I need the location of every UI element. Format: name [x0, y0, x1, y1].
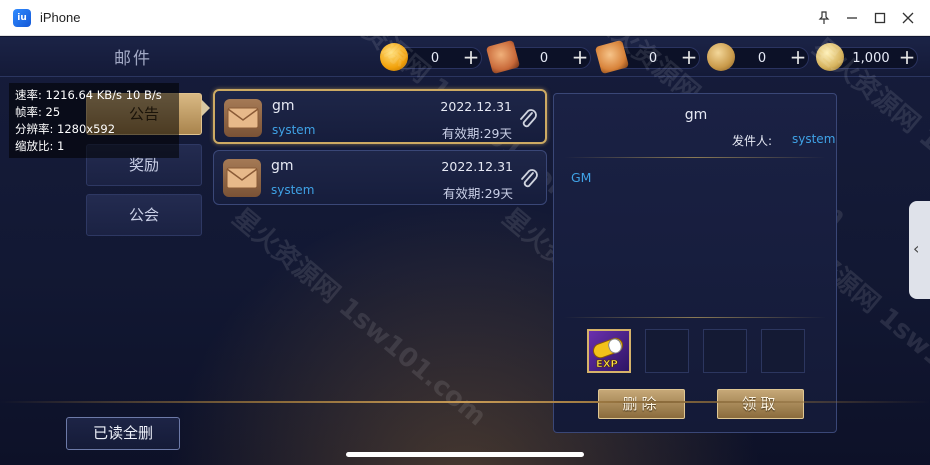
attachment-slot-empty	[645, 329, 689, 373]
screen-title: 邮件	[114, 49, 152, 69]
watermark: 星火资源网 1sw101.com	[226, 202, 492, 433]
mail-expiry: 有效期:29天	[441, 126, 512, 141]
currency-scroll: 0 +	[485, 39, 597, 75]
add-scroll-button[interactable]: +	[569, 46, 591, 68]
mail-sender: gm	[272, 98, 295, 114]
exp-potion-icon: EXP	[592, 337, 624, 370]
mail-date: 2022.12.31	[441, 159, 513, 174]
divider	[564, 317, 826, 318]
stat-rate: 速率: 1216.64 KB/s 10 B/s	[15, 88, 162, 102]
mail-body: GM	[571, 170, 592, 185]
window-titlebar: iu iPhone	[0, 0, 930, 36]
window-title: iPhone	[40, 10, 81, 25]
sender-label: 发件人:	[732, 134, 773, 148]
mail-detail-panel: gm 发件人: system GM EXP 删除 领取	[553, 93, 837, 433]
add-gold-button[interactable]: +	[460, 46, 482, 68]
ticket-icon	[594, 39, 630, 75]
currency-ticket: 0 +	[594, 39, 706, 75]
add-ingot-button[interactable]: +	[896, 46, 918, 68]
side-drawer-handle[interactable]: ‹	[909, 201, 930, 299]
currency-amount: 0	[648, 51, 658, 66]
app-icon: iu	[13, 8, 31, 27]
gold-coin-icon	[380, 43, 408, 71]
scroll-icon	[485, 39, 521, 75]
minimize-icon[interactable]	[840, 6, 864, 30]
attachment-slot-empty	[703, 329, 747, 373]
bronze-coin-icon	[707, 43, 735, 71]
maximize-icon[interactable]	[868, 6, 892, 30]
mail-sender: gm	[271, 158, 294, 174]
gold-ingot-coin-icon	[816, 43, 844, 71]
debug-stats-overlay: 速率: 1216.64 KB/s 10 B/s 帧率: 25 分辨率: 1280…	[9, 83, 179, 158]
envelope-icon	[224, 99, 262, 137]
attachment-slot-exp[interactable]: EXP	[587, 329, 631, 373]
attachment-slot-empty	[761, 329, 805, 373]
mail-list-item[interactable]: gm system 2022.12.31 有效期:29天	[213, 150, 547, 205]
mail-detail-title: gm	[684, 107, 708, 123]
claim-button[interactable]: 领取	[717, 389, 804, 419]
pin-icon[interactable]	[812, 6, 836, 30]
chevron-left-icon: ‹	[913, 239, 920, 258]
stat-scale: 缩放比: 1	[15, 139, 65, 153]
currency-amount: 0	[430, 51, 440, 66]
stat-fps: 帧率: 25	[15, 105, 61, 119]
game-viewport: 邮件 0 + 0 + 0 + 0 + 1,000 + 星火资源网 1sw101.…	[0, 0, 930, 465]
read-all-delete-button[interactable]: 已读全删	[66, 417, 180, 450]
active-tab-arrow-icon	[202, 100, 210, 116]
window-controls	[812, 0, 920, 36]
delete-button[interactable]: 删除	[598, 389, 685, 419]
svg-text:EXP: EXP	[596, 359, 618, 370]
currency-amount: 1,000	[852, 51, 890, 66]
envelope-icon	[223, 159, 261, 197]
attachment-icon	[521, 169, 538, 188]
mail-expiry: 有效期:29天	[442, 186, 513, 201]
tab-guild[interactable]: 公会	[86, 194, 202, 236]
home-indicator[interactable]	[346, 452, 584, 457]
stat-resolution: 分辨率: 1280x592	[15, 122, 116, 136]
attachment-icon	[520, 109, 537, 128]
mail-date: 2022.12.31	[440, 99, 512, 114]
game-topbar: 邮件 0 + 0 + 0 + 0 + 1,000 +	[0, 37, 930, 77]
currency-gold: 0 +	[380, 43, 488, 71]
currency-bronze: 0 +	[707, 43, 815, 71]
divider	[564, 157, 826, 158]
currency-amount: 0	[539, 51, 549, 66]
sender-value: system	[792, 132, 836, 146]
currency-amount: 0	[757, 51, 767, 66]
bottom-divider	[0, 401, 930, 403]
mail-list-item[interactable]: gm system 2022.12.31 有效期:29天	[213, 89, 547, 144]
add-bronze-button[interactable]: +	[787, 46, 809, 68]
add-ticket-button[interactable]: +	[678, 46, 700, 68]
mail-subtitle: system	[272, 123, 316, 137]
currency-ingot: 1,000 +	[816, 43, 924, 71]
close-icon[interactable]	[896, 6, 920, 30]
mail-subtitle: system	[271, 183, 315, 197]
